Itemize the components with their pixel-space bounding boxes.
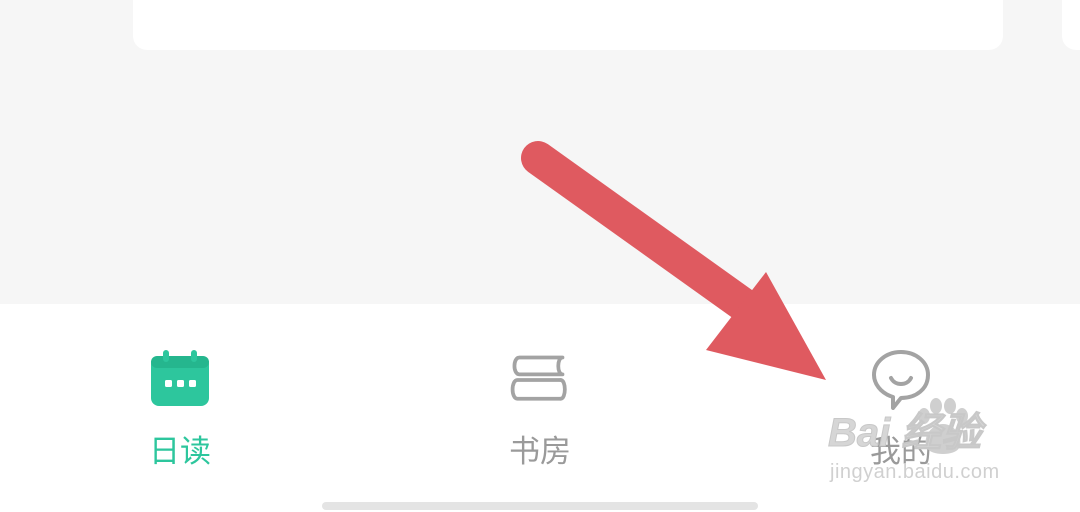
books-icon (510, 355, 567, 401)
tab-study-room[interactable]: 书房 (420, 304, 660, 512)
tab-study-room-label: 书房 (509, 434, 571, 470)
watermark: Bai 经验 jingyan.baidu.com (827, 398, 1068, 494)
watermark-url: jingyan.baidu.com (830, 461, 1000, 483)
content-area (0, 0, 1080, 304)
watermark-text: Bai 经验 (827, 411, 982, 456)
calendar-icon (151, 350, 209, 406)
content-card[interactable] (133, 0, 1003, 50)
tab-daily-reading-label: 日读 (149, 434, 211, 470)
home-indicator[interactable] (322, 502, 758, 510)
tab-daily-reading[interactable]: 日读 (60, 304, 300, 512)
content-card-next[interactable] (1062, 0, 1080, 50)
